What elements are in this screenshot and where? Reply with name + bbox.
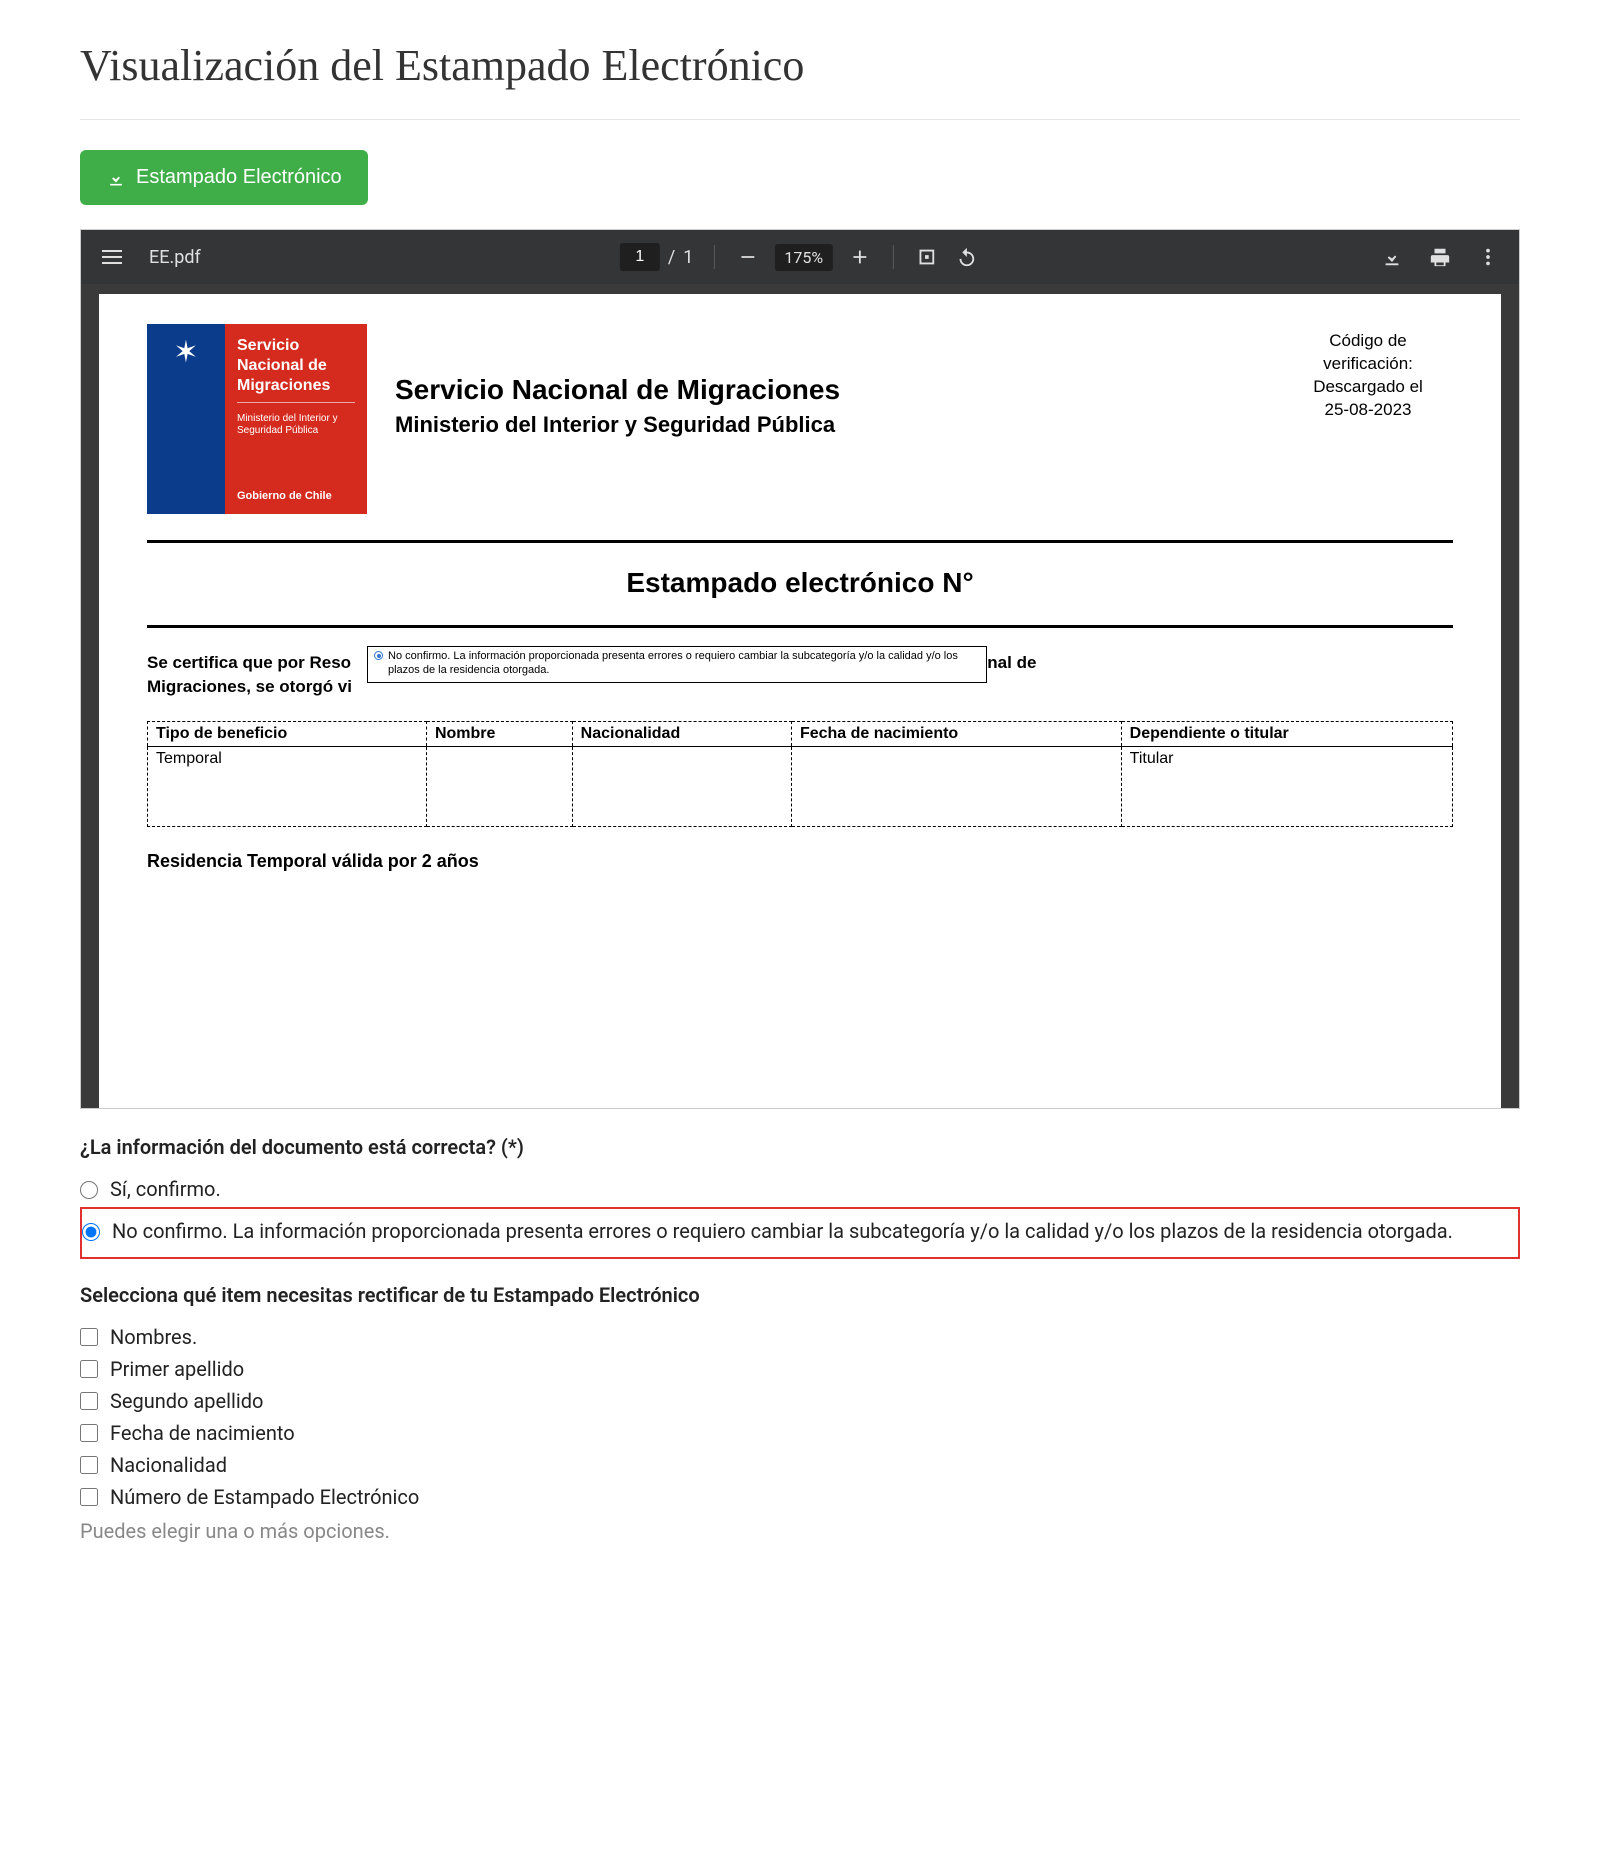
benefits-table: Tipo de beneficio Nombre Nacionalidad Fe… xyxy=(147,721,1453,827)
checkbox-list: Nombres. Primer apellido Segundo apellid… xyxy=(80,1321,1520,1513)
zoom-level: 175% xyxy=(774,244,833,271)
horizontal-rule xyxy=(147,625,1453,628)
menu-icon[interactable] xyxy=(99,244,125,270)
form-hint: Puedes elegir una o más opciones. xyxy=(80,1519,1520,1543)
doc-subtitle: Estampado electrónico N° xyxy=(147,567,1453,599)
zoom-out-button[interactable] xyxy=(734,244,760,270)
radio-option-no[interactable]: No confirmo. La información proporcionad… xyxy=(82,1215,1510,1247)
divider xyxy=(80,119,1520,120)
page-title: Visualización del Estampado Electrónico xyxy=(80,40,1520,91)
pdf-viewer: EE.pdf / 1 175% xyxy=(80,229,1520,1109)
radio-no-input[interactable] xyxy=(82,1223,100,1241)
radio-option-yes[interactable]: Sí, confirmo. xyxy=(80,1173,1520,1205)
selected-option-highlight: No confirmo. La información proporcionad… xyxy=(80,1207,1520,1259)
toolbar-divider xyxy=(713,245,714,269)
check-numero-estampado[interactable]: Número de Estampado Electrónico xyxy=(80,1481,1520,1513)
doc-ministry: Ministerio del Interior y Seguridad Públ… xyxy=(395,412,1255,438)
pdf-toolbar: EE.pdf / 1 175% xyxy=(81,230,1519,284)
pdf-canvas: ✶ Servicio Nacional de Migraciones Minis… xyxy=(81,284,1519,1108)
check-nombres[interactable]: Nombres. xyxy=(80,1321,1520,1353)
horizontal-rule xyxy=(147,540,1453,543)
page-separator: / xyxy=(668,247,675,268)
pdf-page: ✶ Servicio Nacional de Migraciones Minis… xyxy=(99,294,1501,1108)
page-total: 1 xyxy=(683,247,693,268)
more-icon[interactable] xyxy=(1475,244,1501,270)
question-2-label: Selecciona qué item necesitas rectificar… xyxy=(80,1283,1520,1307)
check-segundo-apellido[interactable]: Segundo apellido xyxy=(80,1385,1520,1417)
print-icon[interactable] xyxy=(1427,244,1453,270)
doc-org: Servicio Nacional de Migraciones xyxy=(395,374,1255,406)
check-nacionalidad[interactable]: Nacionalidad xyxy=(80,1449,1520,1481)
tooltip-overlay: No confirmo. La información proporcionad… xyxy=(367,646,987,683)
question-1-label: ¿La información del documento está corre… xyxy=(80,1135,1520,1159)
download-estampado-button[interactable]: Estampado Electrónico xyxy=(80,150,368,205)
page-number-input[interactable] xyxy=(620,243,660,271)
certification-text: Se certifica que por Reso lacional de Mi… xyxy=(147,650,1453,699)
verification-block: Código de verificación: Descargado el 25… xyxy=(1283,330,1453,422)
gov-logo: ✶ Servicio Nacional de Migraciones Minis… xyxy=(147,324,367,514)
radio-no-label: No confirmo. La información proporcionad… xyxy=(112,1219,1453,1243)
fit-page-icon[interactable] xyxy=(914,244,940,270)
pdf-filename: EE.pdf xyxy=(149,247,201,268)
toolbar-divider xyxy=(893,245,894,269)
download-button-label: Estampado Electrónico xyxy=(136,166,342,189)
rotate-icon[interactable] xyxy=(954,244,980,270)
check-primer-apellido[interactable]: Primer apellido xyxy=(80,1353,1520,1385)
zoom-in-button[interactable] xyxy=(847,244,873,270)
download-icon xyxy=(106,168,126,188)
check-fecha-nacimiento[interactable]: Fecha de nacimiento xyxy=(80,1417,1520,1449)
download-icon[interactable] xyxy=(1379,244,1405,270)
validity-text: Residencia Temporal válida por 2 años xyxy=(147,851,1453,872)
radio-yes-label: Sí, confirmo. xyxy=(110,1177,221,1201)
radio-yes-input[interactable] xyxy=(80,1181,98,1199)
